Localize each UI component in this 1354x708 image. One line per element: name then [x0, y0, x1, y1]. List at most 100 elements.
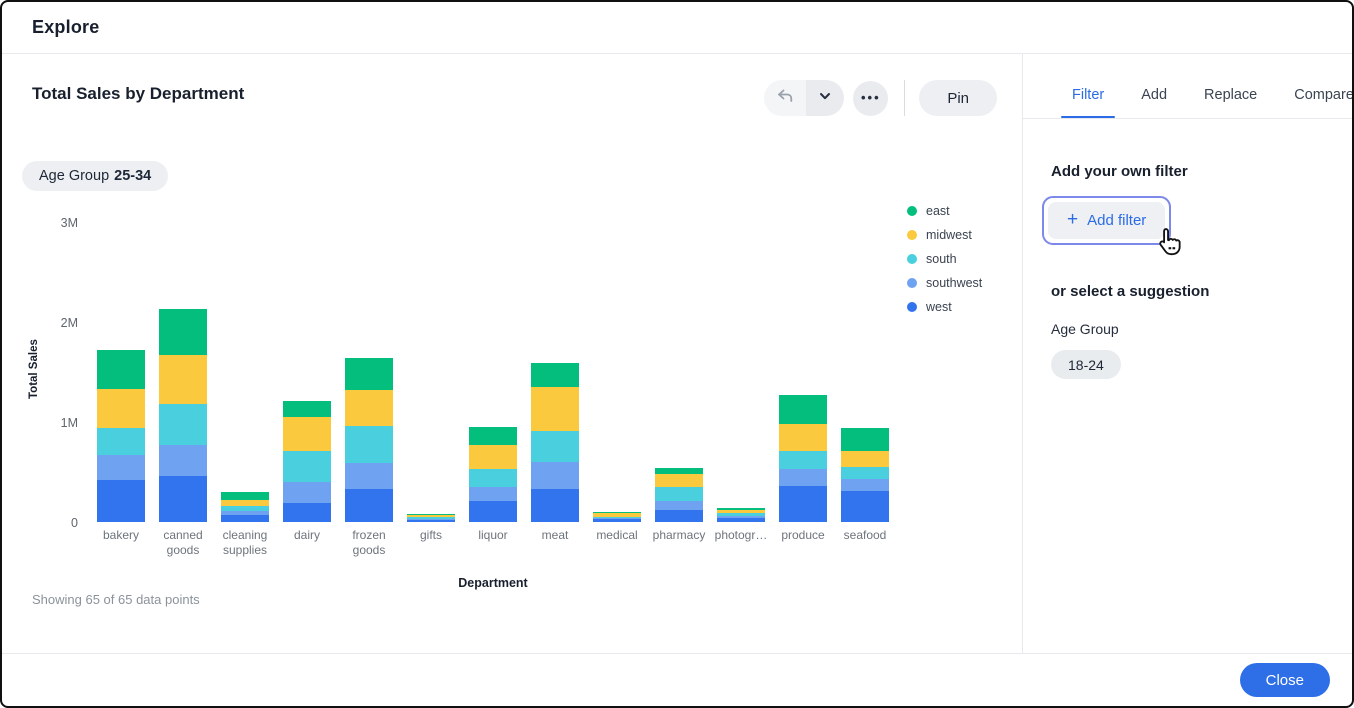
- bar-segment-west[interactable]: [779, 486, 827, 522]
- bar-segment-midwest[interactable]: [283, 417, 331, 451]
- bar-segment-southwest[interactable]: [345, 463, 393, 489]
- tab-filter[interactable]: Filter: [1065, 87, 1111, 118]
- bar-segment-east[interactable]: [841, 428, 889, 451]
- tab-add[interactable]: Add: [1134, 87, 1174, 118]
- bar-bakery[interactable]: [97, 350, 145, 522]
- toolbar-divider: [904, 80, 905, 116]
- bar-segment-east[interactable]: [469, 427, 517, 445]
- undo-icon: [776, 87, 794, 110]
- legend-item-west[interactable]: west: [907, 300, 982, 314]
- undo-menu-button[interactable]: [806, 80, 844, 116]
- add-filter-button[interactable]: + Add filter: [1048, 202, 1165, 239]
- bar-segment-south[interactable]: [283, 451, 331, 482]
- bar-gifts[interactable]: [407, 514, 455, 522]
- bar-segment-west[interactable]: [159, 476, 207, 522]
- bar-segment-south[interactable]: [779, 451, 827, 469]
- bar-segment-west[interactable]: [655, 510, 703, 522]
- bar-segment-southwest[interactable]: [159, 445, 207, 476]
- x-label-medical: medical: [586, 528, 648, 558]
- bar-segment-east[interactable]: [779, 395, 827, 424]
- bar-segment-midwest[interactable]: [779, 424, 827, 451]
- bar-segment-southwest[interactable]: [841, 479, 889, 491]
- x-label-gifts: gifts: [400, 528, 462, 558]
- bar-segment-southwest[interactable]: [97, 455, 145, 480]
- plus-icon: +: [1067, 210, 1078, 229]
- bar-segment-east[interactable]: [531, 363, 579, 387]
- bar-segment-southwest[interactable]: [283, 482, 331, 503]
- bar-segment-southwest[interactable]: [531, 462, 579, 489]
- bar-slot-medical: [586, 212, 648, 522]
- bar-segment-east[interactable]: [159, 309, 207, 355]
- undo-split-button: [764, 80, 844, 116]
- chart-legend: east midwest south southwest west: [907, 204, 982, 314]
- bar-segment-east[interactable]: [345, 358, 393, 390]
- bar-segment-west[interactable]: [407, 520, 455, 522]
- suggestion-chip-18-24[interactable]: 18-24: [1051, 350, 1121, 379]
- bar-dairy[interactable]: [283, 401, 331, 522]
- legend-item-south[interactable]: south: [907, 252, 982, 266]
- suggestion-heading: or select a suggestion: [1051, 283, 1354, 300]
- bar-segment-south[interactable]: [345, 426, 393, 463]
- bar-segment-west[interactable]: [717, 518, 765, 522]
- bar-seafood[interactable]: [841, 428, 889, 522]
- bar-segment-west[interactable]: [221, 515, 269, 522]
- bar-segment-midwest[interactable]: [469, 445, 517, 469]
- bar-produce[interactable]: [779, 395, 827, 522]
- bar-segment-southwest[interactable]: [655, 501, 703, 510]
- x-label-cleaning-supplies: cleaning supplies: [214, 528, 276, 558]
- bar-segment-south[interactable]: [841, 467, 889, 479]
- bar-meat[interactable]: [531, 363, 579, 522]
- bar-liquor[interactable]: [469, 427, 517, 522]
- legend-item-southwest[interactable]: southwest: [907, 276, 982, 290]
- bar-photogr-[interactable]: [717, 508, 765, 522]
- legend-dot-midwest: [907, 230, 917, 240]
- bar-segment-midwest[interactable]: [345, 390, 393, 426]
- bar-segment-southwest[interactable]: [779, 469, 827, 486]
- bar-segment-east[interactable]: [97, 350, 145, 389]
- bar-pharmacy[interactable]: [655, 468, 703, 522]
- add-filter-focus-ring: + Add filter: [1042, 196, 1171, 245]
- undo-button[interactable]: [764, 80, 806, 116]
- bar-segment-west[interactable]: [283, 503, 331, 522]
- bar-segment-west[interactable]: [345, 489, 393, 522]
- bar-segment-midwest[interactable]: [841, 451, 889, 467]
- legend-label-east: east: [926, 204, 950, 218]
- bar-segment-west[interactable]: [531, 489, 579, 522]
- bar-segment-south[interactable]: [655, 487, 703, 501]
- x-label-frozen-goods: frozen goods: [338, 528, 400, 558]
- pointer-cursor-icon: [1156, 227, 1183, 261]
- x-label-canned-goods: canned goods: [152, 528, 214, 558]
- legend-label-southwest: southwest: [926, 276, 982, 290]
- tab-compare[interactable]: Compare: [1287, 87, 1354, 118]
- bar-segment-midwest[interactable]: [531, 387, 579, 431]
- bar-segment-west[interactable]: [841, 491, 889, 522]
- pin-button[interactable]: Pin: [919, 80, 997, 116]
- bar-segment-west[interactable]: [469, 501, 517, 522]
- bar-medical[interactable]: [593, 512, 641, 522]
- filter-chip-value: 25-34: [114, 168, 151, 184]
- bar-segment-midwest[interactable]: [159, 355, 207, 404]
- bar-segment-south[interactable]: [159, 404, 207, 445]
- chart-title: Total Sales by Department: [32, 84, 244, 104]
- close-button[interactable]: Close: [1240, 663, 1330, 697]
- bar-segment-east[interactable]: [221, 492, 269, 500]
- x-label-dairy: dairy: [276, 528, 338, 558]
- bar-slot-seafood: [834, 212, 896, 522]
- bar-segment-south[interactable]: [531, 431, 579, 462]
- bar-segment-midwest[interactable]: [655, 474, 703, 487]
- bar-frozen-goods[interactable]: [345, 358, 393, 522]
- bar-segment-midwest[interactable]: [97, 389, 145, 428]
- bar-segment-south[interactable]: [97, 428, 145, 455]
- bar-canned-goods[interactable]: [159, 309, 207, 522]
- tab-replace[interactable]: Replace: [1197, 87, 1264, 118]
- more-options-button[interactable]: •••: [853, 81, 888, 116]
- bar-cleaning-supplies[interactable]: [221, 492, 269, 522]
- legend-item-east[interactable]: east: [907, 204, 982, 218]
- legend-item-midwest[interactable]: midwest: [907, 228, 982, 242]
- bar-segment-southwest[interactable]: [469, 487, 517, 501]
- bar-segment-east[interactable]: [283, 401, 331, 417]
- bar-segment-west[interactable]: [97, 480, 145, 522]
- bar-segment-west[interactable]: [593, 519, 641, 522]
- bar-segment-south[interactable]: [469, 469, 517, 487]
- age-group-filter-chip[interactable]: Age Group 25-34: [22, 161, 168, 191]
